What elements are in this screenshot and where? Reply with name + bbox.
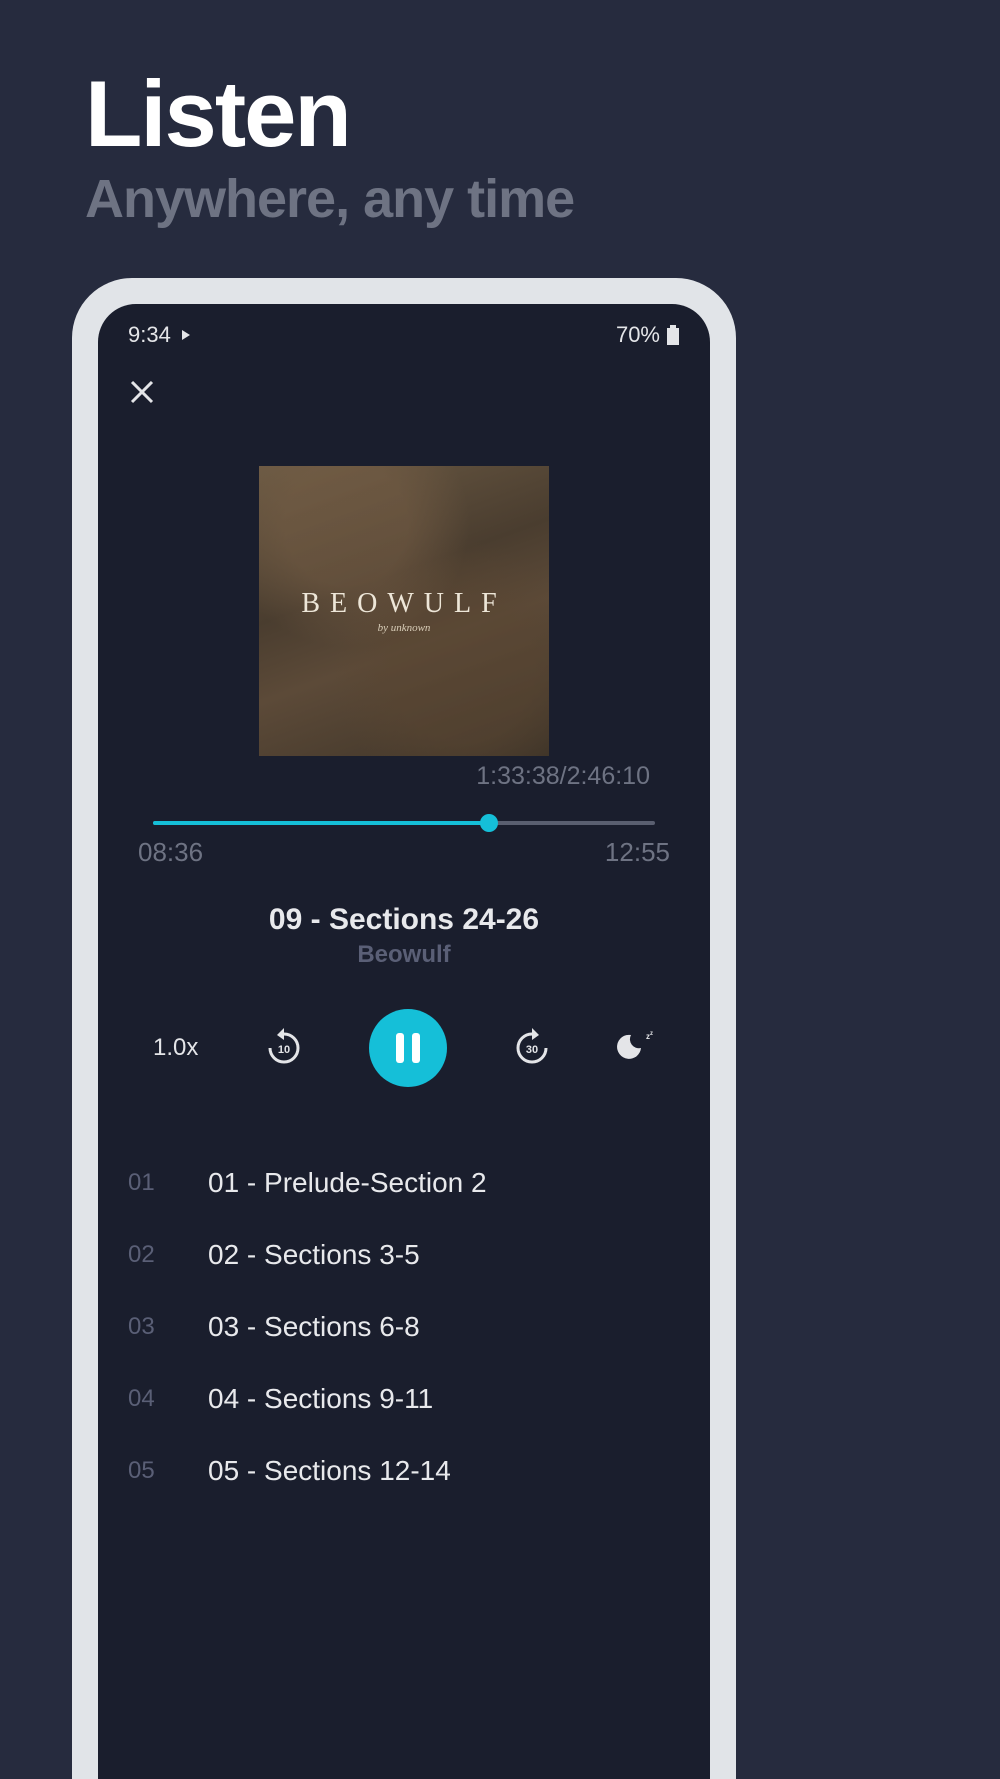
chapter-item[interactable]: 04 04 - Sections 9-11 bbox=[98, 1363, 710, 1435]
chapter-number: 05 bbox=[128, 1457, 168, 1485]
svg-text:z: z bbox=[650, 1031, 653, 1037]
album-cover: BEOWULF by unknown bbox=[259, 466, 549, 756]
status-bar: 9:34 70% bbox=[98, 304, 710, 358]
chapter-title: 05 - Sections 12-14 bbox=[208, 1455, 451, 1487]
time-end: 12:55 bbox=[605, 837, 670, 868]
close-button[interactable] bbox=[128, 378, 156, 406]
phone-screen: 9:34 70% BEOWULF by unknown bbox=[98, 304, 710, 1779]
overall-time: 1:33:38/2:46:10 bbox=[98, 756, 710, 791]
playback-speed-button[interactable]: 1.0x bbox=[153, 1034, 198, 1062]
track-title: 09 - Sections 24-26 bbox=[98, 903, 710, 937]
svg-text:30: 30 bbox=[526, 1044, 538, 1056]
svg-text:10: 10 bbox=[277, 1044, 289, 1056]
battery-icon bbox=[666, 325, 680, 345]
phone-frame: 9:34 70% BEOWULF by unknown bbox=[72, 278, 736, 1779]
chapter-title: 03 - Sections 6-8 bbox=[208, 1311, 420, 1343]
chapter-item[interactable]: 05 05 - Sections 12-14 bbox=[98, 1435, 710, 1507]
status-left: 9:34 bbox=[128, 322, 193, 348]
cover-title: BEOWULF bbox=[301, 588, 506, 620]
chapter-number: 02 bbox=[128, 1241, 168, 1269]
chapter-item[interactable]: 03 03 - Sections 6-8 bbox=[98, 1291, 710, 1363]
time-current: 08:36 bbox=[138, 837, 203, 868]
cover-byline: by unknown bbox=[378, 622, 431, 634]
chapter-number: 04 bbox=[128, 1385, 168, 1413]
play-indicator-icon bbox=[179, 328, 193, 342]
promo-title: Listen bbox=[85, 60, 1000, 168]
track-book: Beowulf bbox=[98, 941, 710, 969]
chapter-number: 03 bbox=[128, 1313, 168, 1341]
chapter-item[interactable]: 02 02 - Sections 3-5 bbox=[98, 1219, 710, 1291]
promo-subtitle: Anywhere, any time bbox=[85, 168, 1000, 230]
rewind-10-button[interactable]: 10 bbox=[264, 1028, 304, 1068]
progress-slider[interactable] bbox=[153, 821, 655, 825]
forward-30-button[interactable]: 30 bbox=[512, 1028, 552, 1068]
chapter-title: 01 - Prelude-Section 2 bbox=[208, 1167, 487, 1199]
battery-percent: 70% bbox=[616, 322, 660, 348]
chapter-title: 04 - Sections 9-11 bbox=[208, 1383, 433, 1415]
chapter-list: 01 01 - Prelude-Section 2 02 02 - Sectio… bbox=[98, 1147, 710, 1507]
status-time: 9:34 bbox=[128, 322, 171, 348]
sleep-timer-button[interactable]: z z bbox=[617, 1029, 655, 1067]
progress-thumb[interactable] bbox=[480, 814, 498, 832]
chapter-number: 01 bbox=[128, 1169, 168, 1197]
pause-button[interactable] bbox=[369, 1009, 447, 1087]
promo-header: Listen Anywhere, any time bbox=[0, 0, 1000, 230]
progress-fill bbox=[153, 821, 489, 825]
status-right: 70% bbox=[616, 322, 680, 348]
pause-icon bbox=[396, 1033, 420, 1063]
chapter-item[interactable]: 01 01 - Prelude-Section 2 bbox=[98, 1147, 710, 1219]
chapter-title: 02 - Sections 3-5 bbox=[208, 1239, 420, 1271]
